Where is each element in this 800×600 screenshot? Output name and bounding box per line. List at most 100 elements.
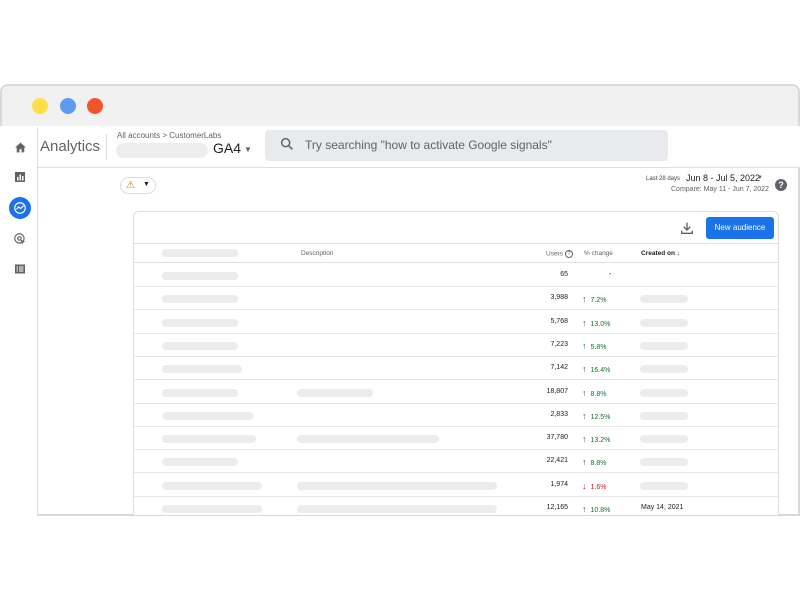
users-value: 18,807 bbox=[546, 387, 568, 395]
description-placeholder bbox=[297, 505, 497, 513]
percent-change: ↑ 8.8% bbox=[582, 388, 606, 398]
created-date-placeholder bbox=[640, 365, 688, 374]
created-date-placeholder bbox=[640, 435, 688, 444]
created-date-placeholder bbox=[640, 318, 688, 327]
users-value: 65 bbox=[560, 271, 568, 278]
arrow-up-icon: ↑ bbox=[582, 457, 587, 468]
users-value: 7,223 bbox=[550, 340, 568, 348]
table-row[interactable]: 65 - bbox=[134, 264, 778, 287]
audience-name-placeholder[interactable] bbox=[162, 481, 262, 490]
audience-name-placeholder[interactable] bbox=[162, 295, 238, 304]
users-value: 37,780 bbox=[546, 434, 568, 442]
help-icon[interactable]: ? bbox=[775, 179, 787, 191]
percent-change: ↑ 13.2% bbox=[582, 434, 610, 444]
percent-change: - bbox=[609, 271, 612, 278]
arrow-up-icon: ↑ bbox=[582, 504, 587, 514]
percent-change-value: 7.2% bbox=[590, 297, 607, 305]
col-created[interactable]: Created on ↓ bbox=[641, 250, 680, 257]
col-change[interactable]: % change bbox=[584, 250, 613, 257]
users-value: 5,768 bbox=[550, 317, 568, 325]
nav-home[interactable] bbox=[9, 136, 31, 158]
users-value: 12,165 bbox=[546, 504, 568, 511]
col-users[interactable]: Users? bbox=[546, 250, 573, 258]
description-placeholder bbox=[297, 388, 373, 397]
col-users-label: Users bbox=[546, 250, 563, 258]
chevron-down-icon: ▼ bbox=[143, 181, 150, 188]
percent-change-value: 1.6% bbox=[590, 483, 607, 491]
users-value: 2,833 bbox=[550, 410, 568, 418]
configure-icon bbox=[15, 264, 25, 274]
users-value: 1,974 bbox=[550, 480, 568, 488]
app-title: Analytics bbox=[40, 138, 101, 155]
download-icon[interactable] bbox=[679, 220, 695, 236]
percent-change: ↑ 12.5% bbox=[582, 411, 610, 421]
table-row[interactable]: 3,988 ↑ 7.2% bbox=[134, 287, 778, 311]
audience-name-placeholder[interactable] bbox=[162, 458, 238, 467]
table-row[interactable]: 7,223 ↑ 5.8% bbox=[134, 334, 778, 357]
nav-explore[interactable] bbox=[9, 197, 31, 219]
created-date-placeholder bbox=[640, 341, 688, 350]
percent-change-value: 5.8% bbox=[590, 343, 607, 351]
created-date-placeholder bbox=[640, 388, 688, 397]
table-row[interactable]: 18,807 ↑ 8.8% bbox=[134, 381, 778, 404]
created-date-placeholder bbox=[640, 481, 688, 490]
arrow-up-icon: ↑ bbox=[582, 340, 587, 351]
warning-chip[interactable]: ⚠ ▼ bbox=[120, 177, 156, 194]
table-row[interactable]: 5,768 ↑ 13.0% bbox=[134, 311, 778, 334]
left-nav-rail bbox=[0, 127, 38, 516]
col-description[interactable]: Description bbox=[301, 250, 334, 257]
date-range-picker[interactable]: Jun 8 - Jul 5, 2022 bbox=[686, 173, 760, 183]
percent-change-value: 8.8% bbox=[590, 460, 607, 468]
table-row[interactable]: 7,142 ↑ 16.4% bbox=[134, 357, 778, 381]
created-date: May 14, 2021 bbox=[641, 504, 684, 511]
chevron-down-icon[interactable]: ▼ bbox=[757, 175, 763, 181]
property-dropdown-icon[interactable]: ▼ bbox=[244, 145, 252, 154]
audience-name-placeholder[interactable] bbox=[162, 272, 238, 280]
arrow-up-icon: ↑ bbox=[582, 410, 587, 421]
table-row[interactable]: 22,421 ↑ 8.8% bbox=[134, 450, 778, 474]
explore-icon bbox=[14, 202, 26, 214]
created-date-placeholder bbox=[640, 295, 688, 304]
percent-change: ↑ 10.8% bbox=[582, 504, 610, 514]
audience-name-placeholder[interactable] bbox=[162, 411, 254, 420]
percent-change: ↑ 8.8% bbox=[582, 457, 606, 467]
users-value: 7,142 bbox=[550, 364, 568, 372]
advertising-icon bbox=[14, 233, 26, 245]
audience-name-placeholder[interactable] bbox=[162, 341, 238, 350]
search-bar[interactable]: Try searching "how to activate Google si… bbox=[265, 130, 668, 161]
nav-advertising[interactable] bbox=[9, 228, 31, 250]
name-header-placeholder bbox=[162, 249, 238, 257]
arrow-up-icon: ↑ bbox=[582, 364, 587, 375]
arrow-up-icon: ↑ bbox=[582, 294, 587, 305]
property-name[interactable]: GA4 bbox=[213, 140, 241, 156]
breadcrumb[interactable]: All accounts > CustomerLabs bbox=[117, 131, 221, 140]
new-audience-button[interactable]: New audience bbox=[706, 217, 774, 239]
header-divider bbox=[106, 134, 107, 160]
nav-reports[interactable] bbox=[9, 166, 31, 188]
arrow-down-icon: ↓ bbox=[582, 480, 587, 491]
audience-name-placeholder[interactable] bbox=[162, 388, 238, 397]
date-compare: Compare: May 11 - Jun 7, 2022 bbox=[671, 186, 769, 193]
table-row[interactable]: 2,833 ↑ 12.5% bbox=[134, 404, 778, 427]
audience-name-placeholder[interactable] bbox=[162, 318, 238, 327]
sort-arrow-icon: ↓ bbox=[676, 250, 681, 257]
col-created-label: Created on bbox=[641, 250, 675, 257]
percent-change: ↓ 1.6% bbox=[582, 481, 606, 491]
audience-name-placeholder[interactable] bbox=[162, 435, 256, 444]
percent-change: ↑ 5.8% bbox=[582, 341, 606, 351]
search-placeholder: Try searching "how to activate Google si… bbox=[305, 138, 552, 152]
percent-change-value: 12.5% bbox=[590, 413, 611, 421]
percent-change: ↑ 16.4% bbox=[582, 364, 610, 374]
audience-name-placeholder[interactable] bbox=[162, 505, 262, 513]
table-row[interactable]: 12,165 ↑ 10.8% May 14, 2021 bbox=[134, 497, 778, 515]
table-row[interactable]: 37,780 ↑ 13.2% bbox=[134, 427, 778, 451]
description-placeholder bbox=[297, 481, 497, 490]
table-header: Description Users? % change Created on ↓ bbox=[134, 243, 778, 263]
audience-name-placeholder[interactable] bbox=[162, 365, 242, 374]
percent-change-value: 10.8% bbox=[590, 507, 611, 514]
nav-configure[interactable] bbox=[9, 258, 31, 280]
table-row[interactable]: 1,974 ↓ 1.6% bbox=[134, 474, 778, 497]
info-icon[interactable]: ? bbox=[564, 250, 573, 258]
home-icon bbox=[14, 142, 26, 152]
percent-change: ↑ 13.0% bbox=[582, 318, 610, 328]
